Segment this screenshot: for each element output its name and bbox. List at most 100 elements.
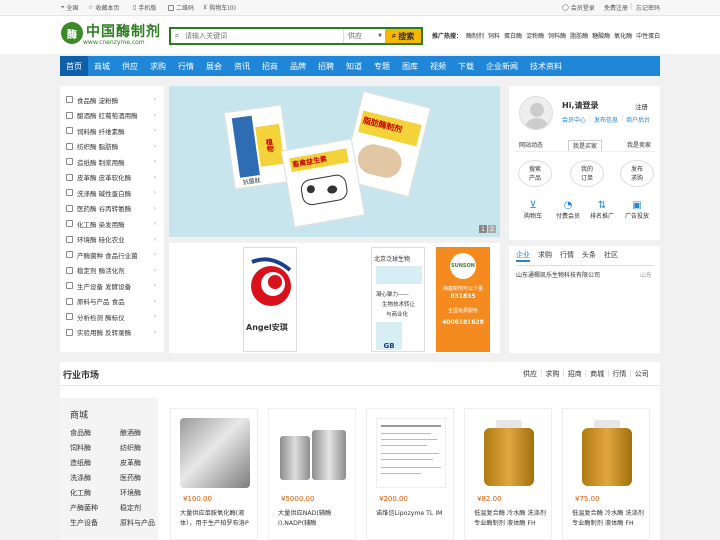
market-cat[interactable]: 生产设备 <box>70 518 120 528</box>
market-cat[interactable]: 造纸酶 <box>70 458 120 468</box>
sidebar-item-analysis[interactable]: 分析检测 酶标仪 › <box>60 309 164 325</box>
market-cat[interactable]: 洗涤酶 <box>70 473 120 483</box>
tab-company[interactable]: 企业 <box>516 250 530 262</box>
sidebar-item-equipment[interactable]: 生产设备 发酵设备 › <box>60 278 164 294</box>
product-card[interactable]: ¥100.00 大量供应单胺氧化酶(液体），用于生产柏罗布洛P <box>170 408 258 540</box>
nav-know[interactable]: 知道 <box>340 56 368 76</box>
register-link[interactable]: 免费注册 <box>604 3 628 12</box>
login-greeting[interactable]: Hi,请登录 <box>562 100 598 111</box>
tab-market-quotes[interactable]: 行情 <box>560 250 574 262</box>
logo-name[interactable]: 中国酶制剂 <box>86 21 161 41</box>
market-link-invest[interactable]: 招商 <box>568 369 582 379</box>
sidebar-item-textile[interactable]: 纺织酶 脂肪酶 › <box>60 139 164 155</box>
product-card[interactable]: ¥75.00 低温复合酶 冷水酶 洗涤剂专业酶制剂 液体酶 FH <box>562 408 650 540</box>
logo-icon[interactable]: 酶 <box>61 22 83 44</box>
sidebar-item-leather[interactable]: 皮革酶 皮革软化酶 › <box>60 170 164 186</box>
hot-search-item[interactable]: 脂肪酶 <box>570 31 588 40</box>
product-card[interactable]: ¥200.00 诺维信Lipozyme TL IM <box>366 408 454 540</box>
market-cat[interactable]: 食品酶 <box>70 428 120 438</box>
banner-page-1[interactable]: 1 <box>479 225 487 233</box>
tool-paid-member[interactable]: ◔ 付费会员 <box>552 200 584 220</box>
bookmark-link[interactable]: ☆ 收藏本页 <box>88 3 119 12</box>
nav-topics[interactable]: 专题 <box>368 56 396 76</box>
hero-banner[interactable]: 植物 抗菌肽 脂肪酶制剂 畜禽益生素 1 2 <box>169 86 500 237</box>
nav-gallery[interactable]: 图库 <box>396 56 424 76</box>
nav-company-news[interactable]: 企业新闻 <box>480 56 524 76</box>
sidebar-item-brewing[interactable]: 酿酒酶 红葡萄酒用酶 › <box>60 108 164 124</box>
tab-seller[interactable]: 我是卖家 <box>623 140 655 151</box>
market-link-buy[interactable]: 求购 <box>545 369 559 379</box>
tool-cart[interactable]: ⊻ 购物车 <box>518 200 548 220</box>
nav-mall[interactable]: 商城 <box>88 56 116 76</box>
market-cat[interactable]: 饲料酶 <box>70 443 120 453</box>
hot-search-item[interactable]: 氧化酶 <box>614 31 632 40</box>
nav-invest[interactable]: 招商 <box>256 56 284 76</box>
market-cat[interactable]: 原料与产品 <box>120 518 160 528</box>
market-link-mall[interactable]: 商城 <box>590 369 604 379</box>
nav-video[interactable]: 视频 <box>424 56 452 76</box>
login-link[interactable]: ◯ 会员登录 <box>562 3 595 12</box>
hot-search-item[interactable]: 饲料酶 <box>548 31 566 40</box>
market-cat[interactable]: 稳定剂 <box>120 503 160 513</box>
nav-buy[interactable]: 求购 <box>144 56 172 76</box>
angel-ad[interactable]: Angel安琪 <box>243 247 297 352</box>
sidebar-item-medical[interactable]: 医药酶 谷丙转氨酶 › <box>60 201 164 217</box>
market-cat[interactable]: 环境酶 <box>120 488 160 498</box>
product-card[interactable]: ¥82.00 低温复合酶 冷水酶 洗涤剂专业酶制剂 液体酶 FH <box>464 408 552 540</box>
forgot-password-link[interactable]: 忘记密码 <box>636 3 660 12</box>
merchant-backend-link[interactable]: 商户后台 <box>626 115 650 124</box>
banner-page-2[interactable]: 2 <box>488 225 496 233</box>
tool-ranking[interactable]: ⇅ 排名推广 <box>586 200 618 220</box>
user-register-link[interactable]: 注册 <box>635 101 648 111</box>
sidebar-item-stabilizer[interactable]: 稳定剂 酶活化剂 › <box>60 263 164 279</box>
post-info-link[interactable]: 发布信息 <box>594 115 618 124</box>
mobile-link[interactable]: ▯ 手机版 <box>133 3 156 12</box>
search-input[interactable] <box>183 29 343 43</box>
tab-buyer[interactable]: 我是买家 <box>567 140 602 151</box>
market-link-supply[interactable]: 供应 <box>523 369 537 379</box>
sidebar-item-lab[interactable]: 实验用酶 反转录酶 › <box>60 325 164 341</box>
nav-supply[interactable]: 供应 <box>116 56 144 76</box>
sidebar-item-paper[interactable]: 造纸酶 制浆用酶 › <box>60 154 164 170</box>
my-orders-button[interactable]: 我的 订单 <box>570 160 604 187</box>
beijing-bio-ad[interactable]: 北京泛球生物 凝心聚力—— 生物技术转让 与商业化 GB <box>371 247 425 352</box>
market-cat[interactable]: 酿酒酶 <box>120 428 160 438</box>
location-link[interactable]: ⌖ 全国 <box>61 3 78 13</box>
sidebar-item-detergent[interactable]: 洗涤酶 碱性蛋白酶 › <box>60 185 164 201</box>
sidebar-item-food[interactable]: 食品酶 淀粉酶 › <box>60 92 164 108</box>
search-type-select[interactable]: 供应 ▼ <box>343 29 385 43</box>
market-cat[interactable]: 医药酶 <box>120 473 160 483</box>
market-cat[interactable]: 化工酶 <box>70 488 120 498</box>
cart-link[interactable]: ⊻ 购物车(0) <box>203 3 236 12</box>
tool-ads[interactable]: ▣ 广告投放 <box>620 200 654 220</box>
nav-quotes[interactable]: 行情 <box>172 56 200 76</box>
hot-search-item[interactable]: 蛋白酶 <box>504 31 522 40</box>
tab-headlines[interactable]: 头条 <box>582 250 596 262</box>
hot-search-item[interactable]: 中性蛋白 <box>636 31 660 40</box>
market-cat[interactable]: 纺织酶 <box>120 443 160 453</box>
nav-news[interactable]: 资讯 <box>228 56 256 76</box>
nav-tech-docs[interactable]: 技术资料 <box>524 56 568 76</box>
post-buy-request-button[interactable]: 发布 求购 <box>620 160 654 187</box>
hot-search-item[interactable]: 酶制剂 <box>466 31 484 40</box>
product-card[interactable]: ¥5000.00 大量供应NAD(辅酶I),NADP(辅酶II),FAD,UDP… <box>268 408 356 540</box>
market-link-company[interactable]: 公司 <box>635 369 649 379</box>
market-cat[interactable]: 产酶菌种 <box>70 503 120 513</box>
tab-buying[interactable]: 求购 <box>538 250 552 262</box>
tab-community[interactable]: 社区 <box>604 250 618 262</box>
member-center-link[interactable]: 会员中心 <box>562 115 586 124</box>
nav-download[interactable]: 下载 <box>452 56 480 76</box>
company-row-name[interactable]: 山东通椰凯乐生物科技有限公司 <box>516 270 600 279</box>
market-cat[interactable]: 皮革酶 <box>120 458 160 468</box>
sidebar-item-materials[interactable]: 原料与产品 食品 › <box>60 294 164 310</box>
sidebar-item-chemical[interactable]: 化工酶 染发用酶 › <box>60 216 164 232</box>
sidebar-item-feed[interactable]: 饲料酶 纤维素酶 › <box>60 123 164 139</box>
nav-jobs[interactable]: 招聘 <box>312 56 340 76</box>
sidebar-item-environment[interactable]: 环境酶 硅化农业 › <box>60 232 164 248</box>
qrcode-link[interactable]: 二维码 <box>168 3 194 12</box>
nav-brand[interactable]: 品牌 <box>284 56 312 76</box>
hot-search-item[interactable]: 淀粉酶 <box>526 31 544 40</box>
search-button[interactable]: ⌕ 搜索 <box>385 29 421 43</box>
search-product-button[interactable]: 搜索 产品 <box>518 160 552 187</box>
market-link-quotes[interactable]: 行情 <box>612 369 626 379</box>
